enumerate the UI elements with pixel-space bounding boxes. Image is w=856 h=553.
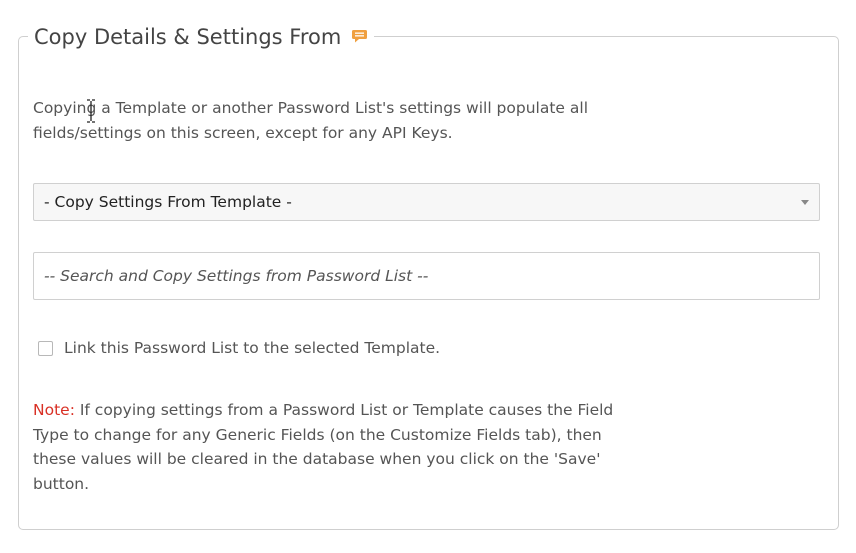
password-list-search-input[interactable]: -- Search and Copy Settings from Passwor…: [33, 252, 820, 300]
note-line-1: If copying settings from a Password List…: [74, 401, 614, 419]
section-description: Copying a Template or another Password L…: [33, 96, 793, 146]
description-line-1: Copying a Template or another Password L…: [33, 99, 589, 117]
template-select[interactable]: - Copy Settings From Template -: [33, 183, 820, 221]
link-template-label[interactable]: Link this Password List to the selected …: [64, 339, 440, 357]
note-label: Note:: [33, 401, 75, 419]
link-template-checkbox[interactable]: [38, 340, 53, 356]
note-line-3: these values will be cleared in the data…: [33, 450, 601, 468]
note-line-2: Type to change for any Generic Fields (o…: [33, 425, 602, 444]
dropdown-arrow-icon: [801, 200, 809, 205]
search-placeholder: -- Search and Copy Settings from Passwor…: [44, 267, 429, 285]
section-title: Copy Details & Settings From: [34, 25, 342, 49]
note-line-4: button.: [33, 474, 90, 493]
text-cursor-icon: [87, 99, 95, 123]
speech-bubble-icon[interactable]: [351, 28, 368, 43]
link-template-row: Link this Password List to the selected …: [38, 339, 440, 357]
description-line-2: fields/settings on this screen, except f…: [33, 124, 453, 142]
section-legend: Copy Details & Settings From: [28, 22, 375, 52]
template-select-value: - Copy Settings From Template -: [44, 193, 292, 211]
note-text: Note: If copying settings from a Passwor…: [33, 398, 823, 496]
